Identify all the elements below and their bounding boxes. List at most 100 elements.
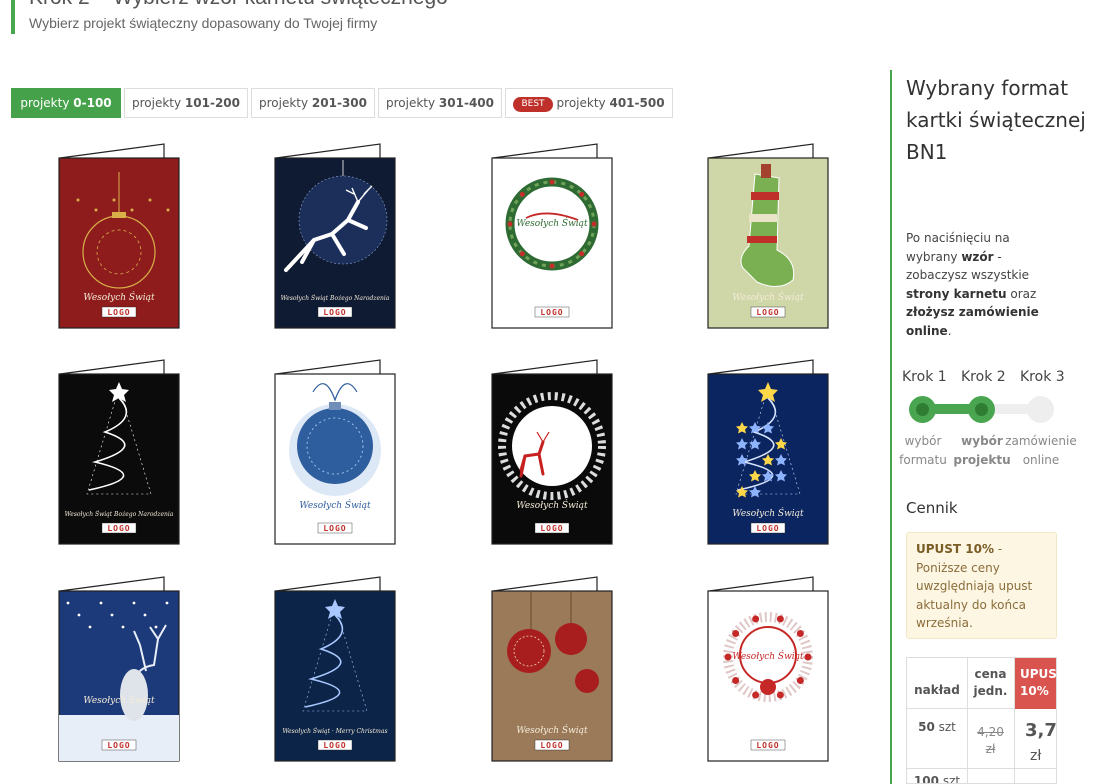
qty-unit: szt bbox=[938, 720, 956, 734]
christmas-card-design[interactable]: Wesołych Świąt LOGO bbox=[491, 358, 613, 548]
svg-text:LOGO: LOGO bbox=[756, 741, 779, 750]
desc-bold: wzór bbox=[961, 249, 994, 264]
card-greeting: Wesołych Świąt bbox=[732, 650, 804, 662]
col-unit-price-line: jedn. bbox=[973, 684, 1008, 698]
tab-projects-101-200[interactable]: projekty 101-200 bbox=[124, 88, 248, 118]
card-greeting: Wesołych Świąt bbox=[299, 499, 371, 511]
caption-line: zamówienie bbox=[1005, 434, 1077, 448]
selected-format-title: Wybrany format kartki świątecznej BN1 bbox=[906, 76, 1086, 164]
tab-projects-0-100[interactable]: projekty 0-100 bbox=[11, 88, 121, 118]
card-greeting: Wesołych Świąt Bożego Narodzenia bbox=[65, 510, 174, 518]
page-subtitle: Wybierz projekt świąteczny dopasowany do… bbox=[29, 15, 378, 31]
christmas-card-design[interactable]: Wesołych Świąt LOGO bbox=[707, 142, 829, 332]
discount-notice: UPUST 10% - Poniższe ceny uwzględniają u… bbox=[906, 532, 1057, 639]
best-badge: BEST bbox=[513, 97, 553, 112]
svg-text:LOGO: LOGO bbox=[323, 524, 346, 533]
price-table: nakład cenajedn. UPUST10% 50 szt 4,20zł … bbox=[906, 657, 1057, 784]
row-old-price: 4,20 zł bbox=[967, 724, 1014, 758]
caption-line: wybór bbox=[904, 434, 942, 448]
card-greeting: Wesołych Świąt bbox=[516, 724, 588, 736]
desc-bold: strony karnetu bbox=[906, 286, 1007, 301]
christmas-card-design[interactable]: Wesołych Świąt Bożego Narodzenia LOGO bbox=[274, 142, 396, 332]
step-2-dot[interactable] bbox=[968, 396, 995, 423]
logo-placeholder: LOGO bbox=[750, 522, 786, 534]
qty-value: 50 bbox=[918, 720, 935, 734]
card-greeting: Wesołych Świąt bbox=[732, 507, 804, 519]
pricing-title: Cennik bbox=[906, 499, 958, 517]
svg-text:LOGO: LOGO bbox=[540, 524, 563, 533]
tab-label: projekty bbox=[131, 96, 182, 110]
svg-text:LOGO: LOGO bbox=[107, 308, 130, 317]
logo-placeholder: LOGO bbox=[750, 739, 786, 751]
tab-label: projekty bbox=[385, 96, 436, 110]
col-unit-price: cena jedn. bbox=[967, 666, 1014, 700]
logo-placeholder: LOGO bbox=[534, 306, 570, 318]
step-1-dot[interactable] bbox=[909, 396, 936, 423]
col-discount: UPUST 10% bbox=[1014, 666, 1057, 700]
row-divider bbox=[907, 768, 1056, 769]
step-3-dot bbox=[1027, 396, 1054, 423]
tab-projects-401-500[interactable]: BEST projekty 401-500 bbox=[505, 88, 673, 118]
christmas-card-design[interactable]: Wesołych Świąt LOGO bbox=[58, 142, 180, 332]
christmas-card-design[interactable]: Wesołych Świąt LOGO bbox=[58, 575, 180, 765]
tab-label: projekty bbox=[258, 96, 309, 110]
svg-text:LOGO: LOGO bbox=[323, 308, 346, 317]
svg-text:LOGO: LOGO bbox=[107, 741, 130, 750]
old-currency: zł bbox=[985, 742, 996, 756]
row-quantity: 100 szt bbox=[907, 774, 967, 784]
svg-text:LOGO: LOGO bbox=[540, 741, 563, 750]
logo-placeholder: LOGO bbox=[317, 306, 353, 318]
caption-line: online bbox=[1022, 453, 1060, 467]
row-quantity: 50 szt bbox=[907, 720, 967, 734]
christmas-card-design[interactable]: Wesołych Świąt LOGO bbox=[707, 358, 829, 548]
christmas-card-design[interactable]: Wesołych Świąt Bożego Narodzenia LOGO bbox=[58, 358, 180, 548]
new-currency: zł bbox=[1030, 748, 1042, 764]
desc-text: . bbox=[947, 323, 952, 338]
logo-placeholder: LOGO bbox=[101, 739, 137, 751]
col-quantity: nakład bbox=[914, 683, 960, 697]
old-price: 4,20 bbox=[977, 725, 1004, 739]
tab-range: 401-500 bbox=[609, 96, 665, 110]
tab-range: 101-200 bbox=[184, 96, 240, 110]
svg-text:LOGO: LOGO bbox=[756, 308, 779, 317]
col-unit-price-line: cena bbox=[974, 667, 1007, 681]
tab-range: 301-400 bbox=[438, 96, 494, 110]
sidebar-description: Po naciśnięciu na wybrany wzór - zobaczy… bbox=[906, 229, 1056, 341]
christmas-card-design[interactable]: Wesołych Świąt · Merry Christmas LOGO bbox=[274, 575, 396, 765]
step-2-label: Krok 2 bbox=[961, 369, 1006, 385]
step-3-label: Krok 3 bbox=[1020, 369, 1065, 385]
logo-placeholder: LOGO bbox=[317, 522, 353, 534]
svg-text:LOGO: LOGO bbox=[107, 524, 130, 533]
logo-placeholder: LOGO bbox=[534, 739, 570, 751]
card-greeting: Wesołych Świąt bbox=[83, 694, 155, 706]
desc-text: oraz bbox=[1006, 286, 1037, 301]
tab-projects-201-300[interactable]: projekty 201-300 bbox=[251, 88, 375, 118]
logo-placeholder: LOGO bbox=[317, 739, 353, 751]
christmas-card-design[interactable]: Wesołych Świąt LOGO bbox=[274, 358, 396, 548]
qty-unit: szt bbox=[942, 774, 961, 784]
svg-text:LOGO: LOGO bbox=[756, 524, 779, 533]
new-price: 3,78 bbox=[1025, 720, 1057, 741]
christmas-card-design[interactable]: Wesołych Świąt LOGO bbox=[707, 575, 829, 765]
page-title: Krok 2 – Wybierz wzór karnetu świąteczne… bbox=[29, 0, 448, 10]
tab-projects-301-400[interactable]: projekty 301-400 bbox=[378, 88, 502, 118]
logo-placeholder: LOGO bbox=[101, 306, 137, 318]
step-3-caption: zamówienie online bbox=[1001, 432, 1081, 470]
col-discount-line: UPUST bbox=[1020, 667, 1057, 681]
card-greeting: Wesołych Świąt bbox=[516, 499, 588, 511]
page-header: Krok 2 – Wybierz wzór karnetu świąteczne… bbox=[11, 0, 571, 34]
christmas-card-design[interactable]: Wesołych Świąt LOGO bbox=[491, 575, 613, 765]
desc-bold: złożysz zamówienie online bbox=[906, 305, 1039, 338]
tab-label: projekty bbox=[556, 96, 606, 110]
card-greeting: Wesołych Świąt · Merry Christmas bbox=[282, 727, 387, 735]
logo-placeholder: LOGO bbox=[750, 306, 786, 318]
col-discount-line: 10% bbox=[1020, 684, 1049, 698]
step-1-label: Krok 1 bbox=[902, 369, 947, 385]
tab-label: projekty bbox=[20, 96, 70, 110]
discount-label: UPUST 10% bbox=[916, 542, 995, 556]
svg-text:LOGO: LOGO bbox=[540, 308, 563, 317]
card-greeting: Wesołych Świąt bbox=[732, 291, 804, 303]
christmas-card-design[interactable]: Wesołych Świąt LOGO bbox=[491, 142, 613, 332]
caption-line: formatu bbox=[899, 453, 947, 467]
logo-placeholder: LOGO bbox=[101, 522, 137, 534]
